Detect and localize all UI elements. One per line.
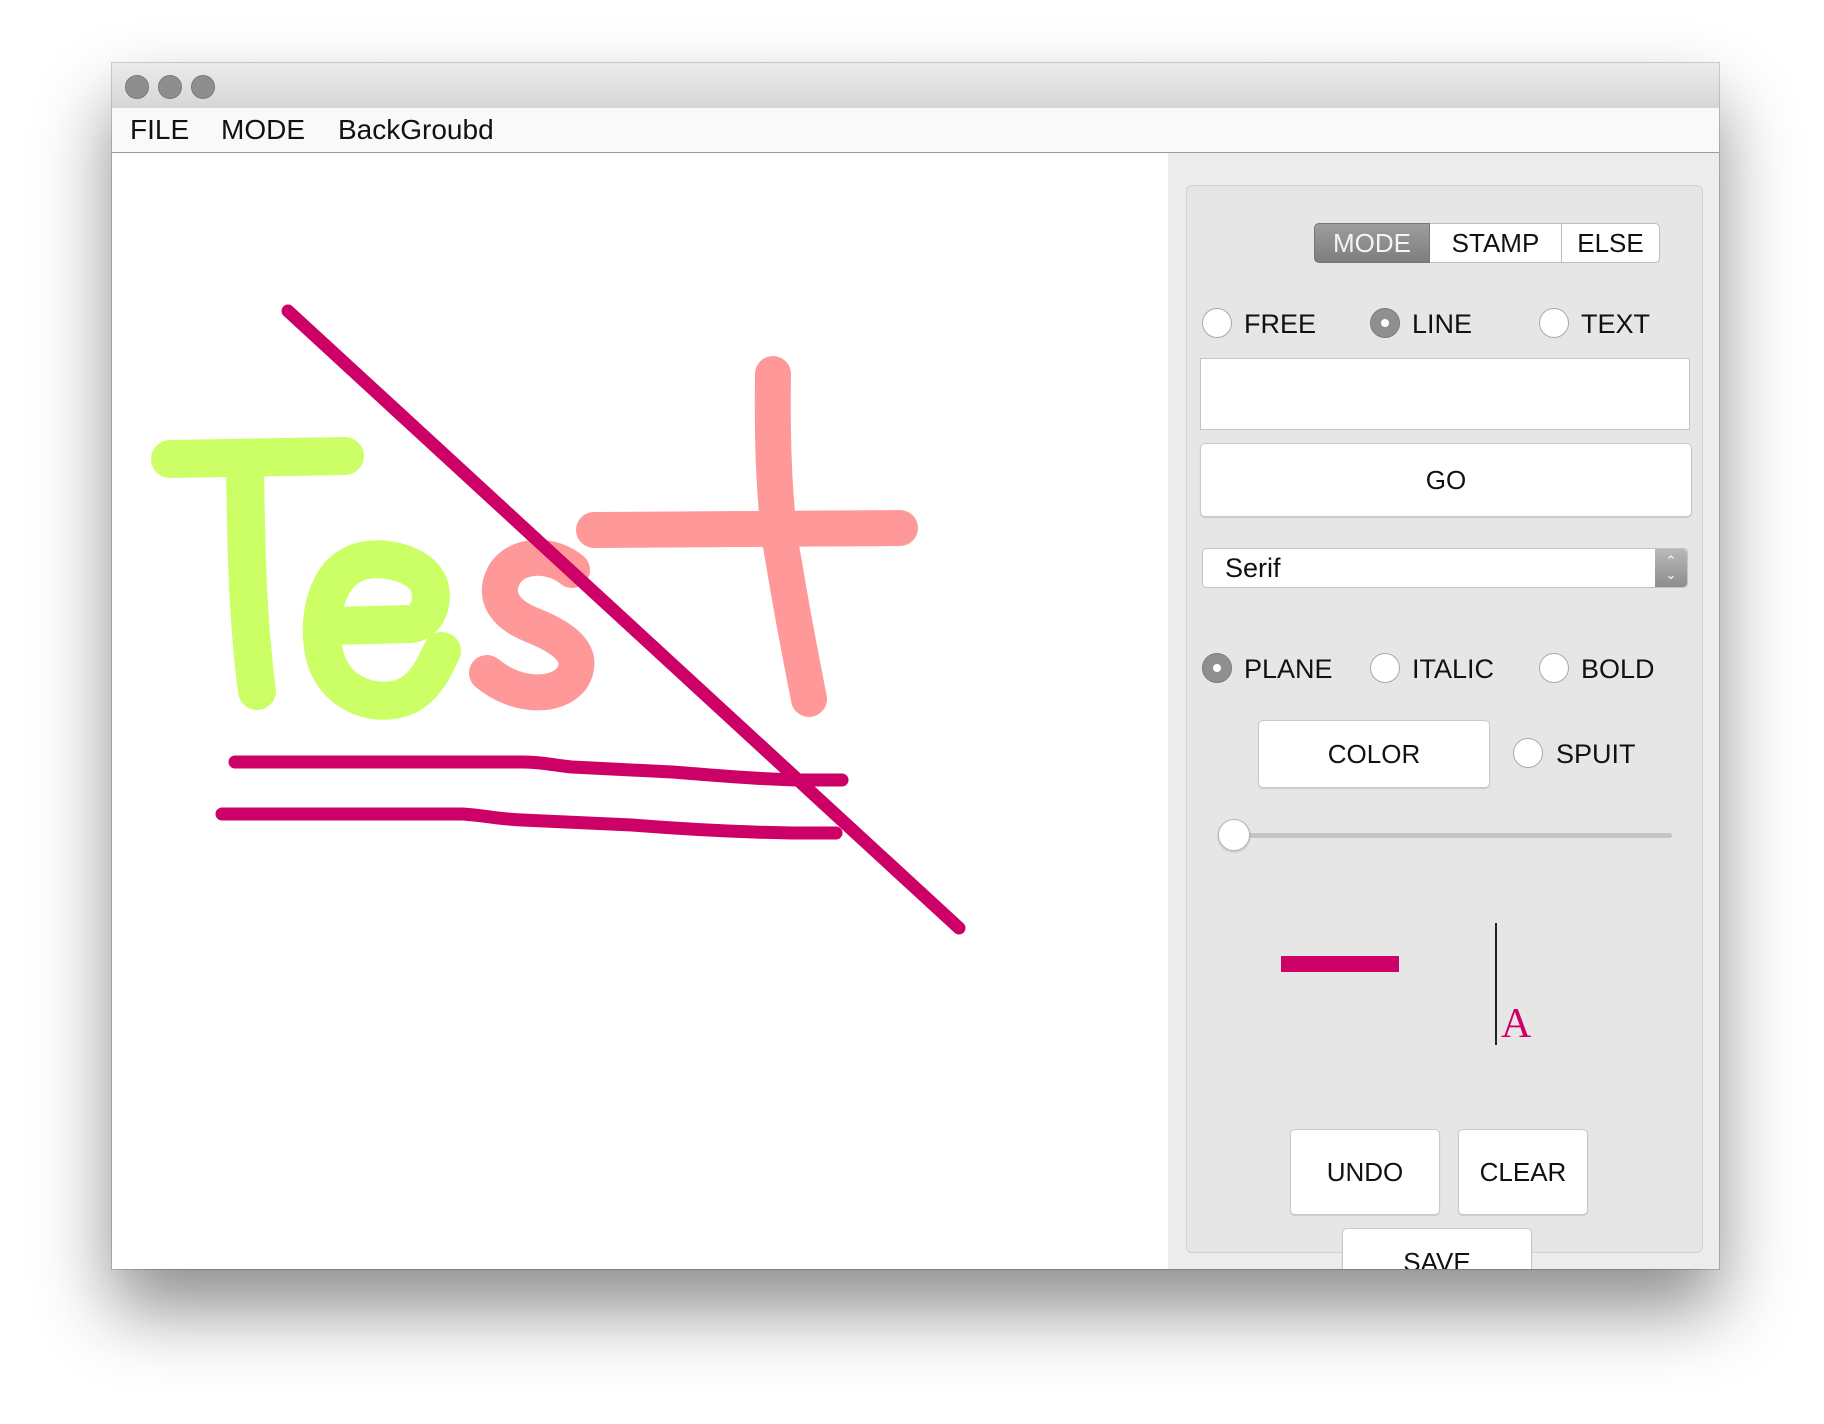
radio-italic[interactable]	[1370, 653, 1400, 683]
close-window-button[interactable]	[125, 75, 149, 99]
drawing-canvas[interactable]	[112, 153, 1168, 1269]
font-preview-glyph: A	[1501, 1001, 1532, 1047]
radio-text-label: TEXT	[1581, 309, 1651, 339]
save-button[interactable]: SAVE	[1342, 1228, 1532, 1269]
minimize-window-button[interactable]	[158, 75, 182, 99]
menu-background[interactable]: BackGroubd	[338, 114, 494, 146]
font-select-value: Serif	[1225, 553, 1281, 583]
color-button[interactable]: COLOR	[1258, 720, 1490, 788]
menu-file[interactable]: FILE	[130, 114, 189, 146]
radio-free[interactable]	[1202, 308, 1232, 338]
stroke-salmon-s	[469, 539, 595, 711]
text-cursor-preview	[1495, 923, 1497, 1045]
stroke-width-slider-knob[interactable]	[1218, 819, 1250, 851]
tab-mode[interactable]: MODE	[1314, 223, 1430, 263]
radio-italic-label: ITALIC	[1412, 654, 1495, 684]
menu-mode[interactable]: MODE	[221, 114, 305, 146]
radio-plane[interactable]	[1202, 653, 1232, 683]
radio-line-label: LINE	[1412, 309, 1473, 339]
radio-bold[interactable]	[1539, 653, 1569, 683]
radio-text[interactable]	[1539, 308, 1569, 338]
stroke-width-slider-track[interactable]	[1222, 833, 1672, 838]
title-bar	[112, 63, 1719, 109]
go-button[interactable]: GO	[1200, 443, 1692, 517]
tab-strip: MODE STAMP ELSE	[1314, 223, 1660, 263]
app-window: FILE MODE BackGroubd MODE STAMP ELSE FRE…	[112, 63, 1719, 1269]
menu-bar: FILE MODE BackGroubd	[112, 108, 1719, 153]
text-input[interactable]	[1200, 358, 1690, 430]
radio-bold-label: BOLD	[1581, 654, 1655, 684]
stroke-green-t-stem	[226, 442, 276, 710]
tab-else[interactable]: ELSE	[1562, 223, 1660, 263]
font-select[interactable]: Serif ⌃ ⌄	[1202, 548, 1688, 588]
stroke-salmon-t-cross	[576, 510, 918, 548]
stroke-magenta-underline-1	[228, 755, 849, 787]
drawing-surface	[151, 304, 966, 935]
chevron-updown-icon: ⌃ ⌄	[1655, 549, 1687, 587]
radio-line[interactable]	[1370, 308, 1400, 338]
clear-button[interactable]: CLEAR	[1458, 1129, 1588, 1215]
tab-stamp[interactable]: STAMP	[1430, 223, 1562, 263]
zoom-window-button[interactable]	[191, 75, 215, 99]
radio-plane-label: PLANE	[1244, 654, 1333, 684]
stroke-magenta-underline-2	[215, 807, 843, 840]
radio-spuit[interactable]	[1513, 738, 1543, 768]
radio-spuit-label: SPUIT	[1556, 739, 1636, 769]
tool-panel: MODE STAMP ELSE FREE LINE TEXT GO Serif …	[1168, 153, 1719, 1269]
tab-content-area	[1186, 185, 1703, 1253]
stroke-green-e	[302, 540, 461, 720]
stroke-width-preview	[1281, 956, 1399, 972]
radio-free-label: FREE	[1244, 309, 1317, 339]
undo-button[interactable]: UNDO	[1290, 1129, 1440, 1215]
